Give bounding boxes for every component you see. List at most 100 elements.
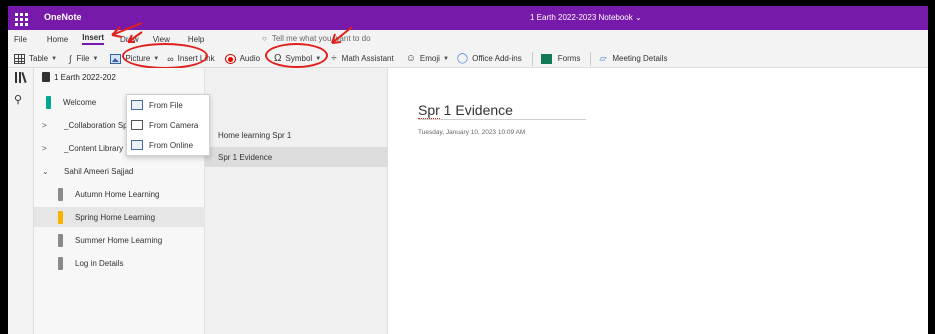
insert-link-label: Insert Link [177,54,215,63]
onenote-window: OneNote 1 Earth 2022-2023 Notebook ⌄ Fil… [8,6,928,334]
emoji-label: Emoji [419,54,440,63]
audio-button[interactable]: Audio [224,53,261,64]
chevron-down-icon: ▼ [153,55,160,62]
section-color-tab [46,95,51,109]
menu-item-from-file[interactable]: From File [127,95,209,115]
page-title[interactable]: Spr 1 Evidence [418,102,586,120]
chevron-down-icon: ▼ [51,55,58,62]
page-title-rest: 1 Evidence [439,102,513,118]
pages-pane: Home learning Spr 1 Spr 1 Evidence [205,68,388,334]
section-autumn-home-learning[interactable]: Autumn Home Learning [34,184,205,204]
left-rail: ⚲ [8,68,34,334]
notebooks-icon[interactable] [15,71,27,84]
chevron-right-icon: > [42,120,47,130]
section-label: _Content Library [64,143,124,153]
chevron-down-icon: ▼ [442,55,449,62]
title-bar: OneNote 1 Earth 2022-2023 Notebook ⌄ [8,6,928,30]
record-audio-icon [224,53,236,64]
picture-icon [110,53,122,64]
addins-label: Office Add-ins [472,54,522,63]
menu-bar: File Home Insert Draw View Help ○ Tell me… [8,30,928,68]
page-item[interactable]: Home learning Spr 1 [205,125,388,145]
math-assistant-button[interactable]: ÷ Math Assistant [331,53,394,64]
table-icon [14,53,25,64]
page-canvas[interactable]: Spr 1 Evidence Tuesday, January 10, 2023… [388,68,928,334]
section-group-student[interactable]: ⌄ Sahil Ameeri Sajjad [34,161,205,181]
emoji-icon: ☺ [405,53,416,64]
paperclip-icon: ∫ [69,53,72,64]
notebook-header[interactable]: 1 Earth 2022-202 [34,68,205,86]
table-button[interactable]: Table ▼ [14,53,58,64]
menu-item-from-camera[interactable]: From Camera [127,115,209,135]
section-color-tab [58,187,63,201]
image-file-icon [131,100,143,110]
chevron-down-icon: ▼ [92,55,99,62]
insert-link-button[interactable]: ∞ Insert Link [167,54,214,64]
addins-icon: ◯ [456,53,469,64]
file-label: File [76,54,90,63]
section-label: Sahil Ameeri Sajjad [64,166,134,176]
meeting-label: Meeting Details [612,54,668,63]
tell-me-search[interactable]: ○ Tell me what you want to do [262,34,371,43]
notebook-name: 1 Earth 2022-202 [54,72,116,82]
section-label: Welcome [63,97,97,107]
section-color-tab [58,210,63,224]
section-log-in-details[interactable]: Log in Details [34,253,205,273]
symbol-button[interactable]: Ω Symbol ▼ [274,53,321,64]
meeting-icon: ▱ [599,53,607,63]
picture-label: Picture [125,54,151,63]
meeting-details-button[interactable]: ▱ Meeting Details [599,53,667,64]
from-online-label: From Online [149,140,194,150]
search-icon[interactable]: ⚲ [14,93,22,106]
app-launcher-icon[interactable] [12,10,28,26]
from-camera-label: From Camera [149,120,199,130]
tab-draw[interactable]: Draw [120,35,139,44]
picture-button[interactable]: Picture ▼ [110,53,160,64]
forms-label: Forms [557,54,581,63]
chevron-down-icon: ⌄ [42,166,49,176]
section-color-tab [58,233,63,247]
ribbon-divider [590,51,592,66]
notebook-title[interactable]: 1 Earth 2022-2023 Notebook ⌄ [530,13,642,22]
emoji-button[interactable]: ☺ Emoji ▼ [406,53,449,64]
section-label: Summer Home Learning [75,235,163,245]
section-color-tab [58,256,63,270]
page-label: Home learning Spr 1 [218,130,292,140]
forms-button[interactable]: Forms [540,53,581,64]
section-label: Autumn Home Learning [75,189,160,199]
tab-insert[interactable]: Insert [82,33,105,45]
chevron-right-icon: > [42,143,47,153]
lightbulb-icon: ○ [262,34,267,43]
forms-icon [540,53,552,64]
section-label: Spring Home Learning [75,212,156,222]
table-label: Table [29,54,49,63]
from-file-label: From File [149,100,183,110]
audio-label: Audio [239,54,261,63]
symbol-label: Symbol [285,54,313,63]
math-icon: ÷ [331,53,337,64]
page-date: Tuesday, January 10, 2023 10:09 AM [418,129,526,136]
section-spring-home-learning[interactable]: Spring Home Learning [34,207,205,227]
picture-dropdown-menu: From File From Camera From Online [126,94,210,156]
section-label: _Collaboration Sp [64,120,128,130]
section-summer-home-learning[interactable]: Summer Home Learning [34,230,205,250]
camera-icon [131,120,143,130]
page-item[interactable]: Spr 1 Evidence [205,147,388,167]
app-name[interactable]: OneNote [44,12,82,22]
office-addins-button[interactable]: ◯ Office Add-ins [457,53,522,64]
link-icon: ∞ [167,53,174,64]
ribbon-tabs: File Home Insert Draw View Help [8,30,208,48]
menu-item-from-online[interactable]: From Online [127,135,209,155]
tab-help[interactable]: Help [188,35,204,44]
tab-home[interactable]: Home [47,35,68,44]
tell-me-text: Tell me what you want to do [271,34,371,43]
online-image-icon [131,140,143,150]
file-attach-button[interactable]: ∫ File ▼ [69,54,98,64]
notebook-icon [42,72,50,82]
ribbon-divider [531,51,533,66]
chevron-down-icon: ▼ [315,55,322,62]
insert-ribbon: Table ▼ ∫ File ▼ Picture ▼ ∞ Insert Link… [8,49,667,68]
tab-file[interactable]: File [14,35,27,44]
math-label: Math Assistant [341,54,394,63]
tab-view[interactable]: View [153,35,170,44]
